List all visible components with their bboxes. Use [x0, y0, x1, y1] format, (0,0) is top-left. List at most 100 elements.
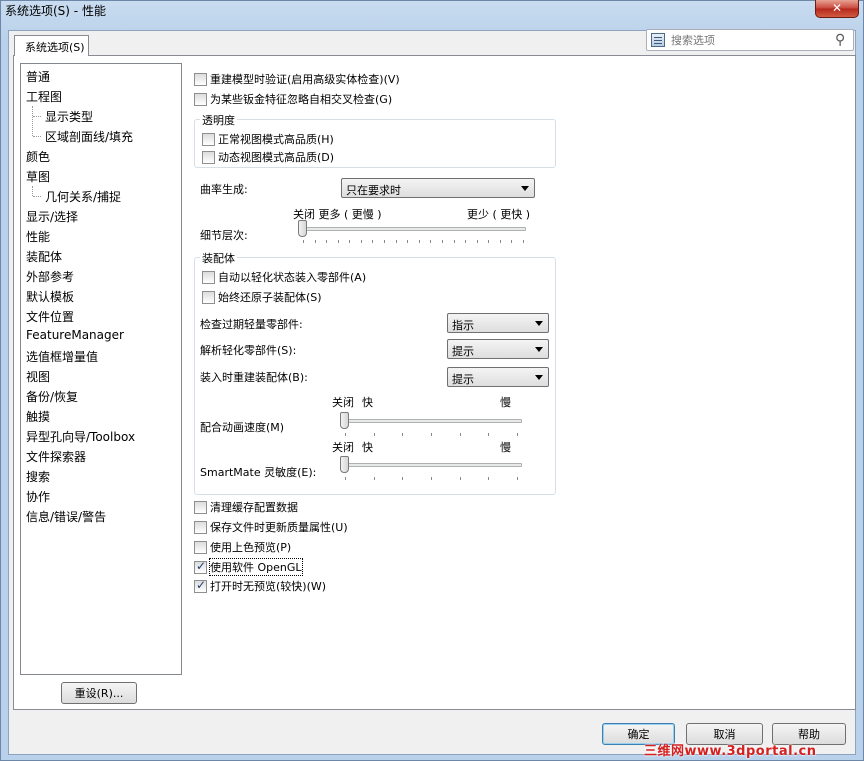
checkbox-label: 清理缓存配置数据 — [210, 501, 298, 514]
curvature-select[interactable]: 只在要求时 — [341, 178, 535, 198]
checkbox-box[interactable] — [202, 132, 215, 146]
search-input[interactable] — [669, 31, 829, 49]
close-button[interactable]: ✕ — [815, 0, 859, 18]
detail-slider-track[interactable] — [300, 227, 526, 231]
tree-connector — [33, 136, 41, 137]
dynamic-view-hq-checkbox[interactable]: 动态视图模式高品质(D) — [202, 149, 334, 165]
checkbox-box[interactable] — [202, 270, 215, 284]
checkbox-label: 重建模型时验证(启用高级实体检查)(V) — [210, 73, 400, 86]
checkbox-label: 正常视图模式高品质(H) — [218, 133, 334, 146]
tree-item-messages[interactable]: 信息/错误/警告 — [26, 508, 106, 525]
slider-tick — [315, 240, 316, 243]
slider-tick — [419, 240, 420, 243]
tree-item-file-locations[interactable]: 文件位置 — [26, 308, 74, 325]
resolve-lightweight-label: 解析轻化零部件(S): — [200, 344, 297, 357]
tree-item-search[interactable]: 搜索 — [26, 468, 50, 485]
tree-item-featuremanager[interactable]: FeatureManager — [26, 328, 124, 342]
purge-cache-checkbox[interactable]: 清理缓存配置数据 — [194, 499, 298, 515]
no-preview-on-open-checkbox[interactable]: 打开时无预览(较快)(W) — [194, 578, 326, 594]
smartmate-slider-thumb[interactable] — [340, 456, 349, 473]
tree-item-colors[interactable]: 颜色 — [26, 148, 50, 165]
tree-item-collaboration[interactable]: 协作 — [26, 488, 50, 505]
slider-tick — [442, 240, 443, 243]
tree-connector — [33, 116, 41, 117]
tree-item-default-templates[interactable]: 默认模板 — [26, 288, 74, 305]
rebuild-on-load-select[interactable]: 提示 — [447, 367, 549, 387]
checkbox-box[interactable] — [194, 500, 207, 514]
checkbox-label: 使用软件 OpenGL — [209, 558, 303, 576]
slider-tick — [374, 477, 375, 480]
ignore-self-intersect-checkbox[interactable]: 为某些钣金特征忽略自相交叉检查(G) — [194, 91, 392, 107]
checkbox-box[interactable] — [194, 92, 207, 106]
chevron-down-icon — [535, 375, 543, 380]
slider-tick — [396, 240, 397, 243]
checkbox-box[interactable] — [194, 520, 207, 534]
tree-item-sketch[interactable]: 草图 — [26, 168, 50, 185]
tree-connector — [32, 186, 33, 196]
tab-system-options[interactable]: 系统选项(S) — [14, 35, 89, 56]
verify-rebuild-checkbox[interactable]: 重建模型时验证(启用高级实体检查)(V) — [194, 71, 400, 87]
tree-item-drawings[interactable]: 工程图 — [26, 88, 62, 105]
slider-tick — [407, 240, 408, 243]
tree-item-backup[interactable]: 备份/恢复 — [26, 388, 78, 405]
detail-slider-thumb[interactable] — [298, 220, 307, 237]
slider-tick — [349, 240, 350, 243]
search-icon[interactable]: ⚲ — [835, 32, 845, 48]
reset-button[interactable]: 重设(R)... — [61, 682, 137, 704]
search-box[interactable]: ⚲ — [646, 29, 854, 51]
slider-tick — [477, 240, 478, 243]
checkbox-label: 自动以轻化状态装入零部件(A) — [218, 271, 367, 284]
options-tree[interactable]: 普通 工程图 显示类型 区域剖面线/填充 颜色 草图 几何关系/捕捉 显示/选择… — [20, 63, 182, 675]
checkbox-box[interactable] — [202, 290, 215, 304]
smartmate-slider-track[interactable] — [342, 463, 522, 467]
normal-view-hq-checkbox[interactable]: 正常视图模式高品质(H) — [202, 131, 334, 147]
tree-item-performance[interactable]: 性能 — [26, 228, 50, 245]
checkbox-box[interactable] — [194, 578, 207, 593]
chevron-down-icon — [535, 321, 543, 326]
tree-item-hole-wizard[interactable]: 异型孔向导/Toolbox — [26, 428, 135, 445]
checkbox-label: 使用上色预览(P) — [210, 541, 292, 554]
anim-speed-slider-track[interactable] — [342, 419, 522, 423]
tree-item-file-explorer[interactable]: 文件探索器 — [26, 448, 86, 465]
rebuild-on-load-value: 提示 — [452, 373, 474, 386]
check-outdated-select[interactable]: 指示 — [447, 313, 549, 333]
tree-item-assemblies[interactable]: 装配体 — [26, 248, 62, 265]
chevron-down-icon — [535, 347, 543, 352]
tree-item-view[interactable]: 视图 — [26, 368, 50, 385]
checkbox-box[interactable] — [194, 540, 207, 554]
tree-item-spin-box[interactable]: 选值框增量值 — [26, 348, 98, 365]
tree-item-display-selection[interactable]: 显示/选择 — [26, 208, 78, 225]
checkbox-box[interactable] — [202, 150, 215, 164]
slider-tick — [488, 477, 489, 480]
slider-tick — [454, 240, 455, 243]
list-options-icon[interactable] — [651, 33, 665, 47]
slider-tick — [361, 240, 362, 243]
slider-tick — [511, 240, 512, 243]
slider-tick — [326, 240, 327, 243]
tree-item-display-type[interactable]: 显示类型 — [45, 108, 93, 125]
slider-tick — [488, 240, 489, 243]
resolve-lightweight-select[interactable]: 提示 — [447, 339, 549, 359]
checkbox-box[interactable] — [194, 559, 207, 574]
tree-item-hatch[interactable]: 区域剖面线/填充 — [45, 128, 133, 145]
update-mass-props-checkbox[interactable]: 保存文件时更新质量属性(U) — [194, 519, 348, 535]
auto-lightweight-checkbox[interactable]: 自动以轻化状态装入零部件(A) — [202, 269, 366, 285]
tree-item-touch[interactable]: 触摸 — [26, 408, 50, 425]
resolve-subassemblies-checkbox[interactable]: 始终还原子装配体(S) — [202, 289, 322, 305]
transparency-title: 透明度 — [200, 112, 237, 128]
tree-item-general[interactable]: 普通 — [26, 68, 50, 85]
software-opengl-checkbox[interactable]: 使用软件 OpenGL — [194, 558, 303, 576]
curvature-label: 曲率生成: — [200, 183, 248, 196]
tree-item-external-refs[interactable]: 外部参考 — [26, 268, 74, 285]
shaded-preview-checkbox[interactable]: 使用上色预览(P) — [194, 539, 291, 555]
smartmate-cap-slow: 慢 — [500, 441, 511, 454]
checkbox-box[interactable] — [194, 72, 207, 86]
watermark: 三维网www.3dportal.cn — [644, 744, 817, 759]
detail-right-caption: 更少 ( 更快 ) — [467, 208, 531, 221]
slider-tick — [402, 477, 403, 480]
check-outdated-label: 检查过期轻量零部件: — [200, 318, 303, 331]
slider-tick — [372, 240, 373, 243]
tree-item-relations[interactable]: 几何关系/捕捉 — [45, 188, 121, 205]
chevron-down-icon — [521, 186, 529, 191]
anim-speed-slider-thumb[interactable] — [340, 412, 349, 429]
